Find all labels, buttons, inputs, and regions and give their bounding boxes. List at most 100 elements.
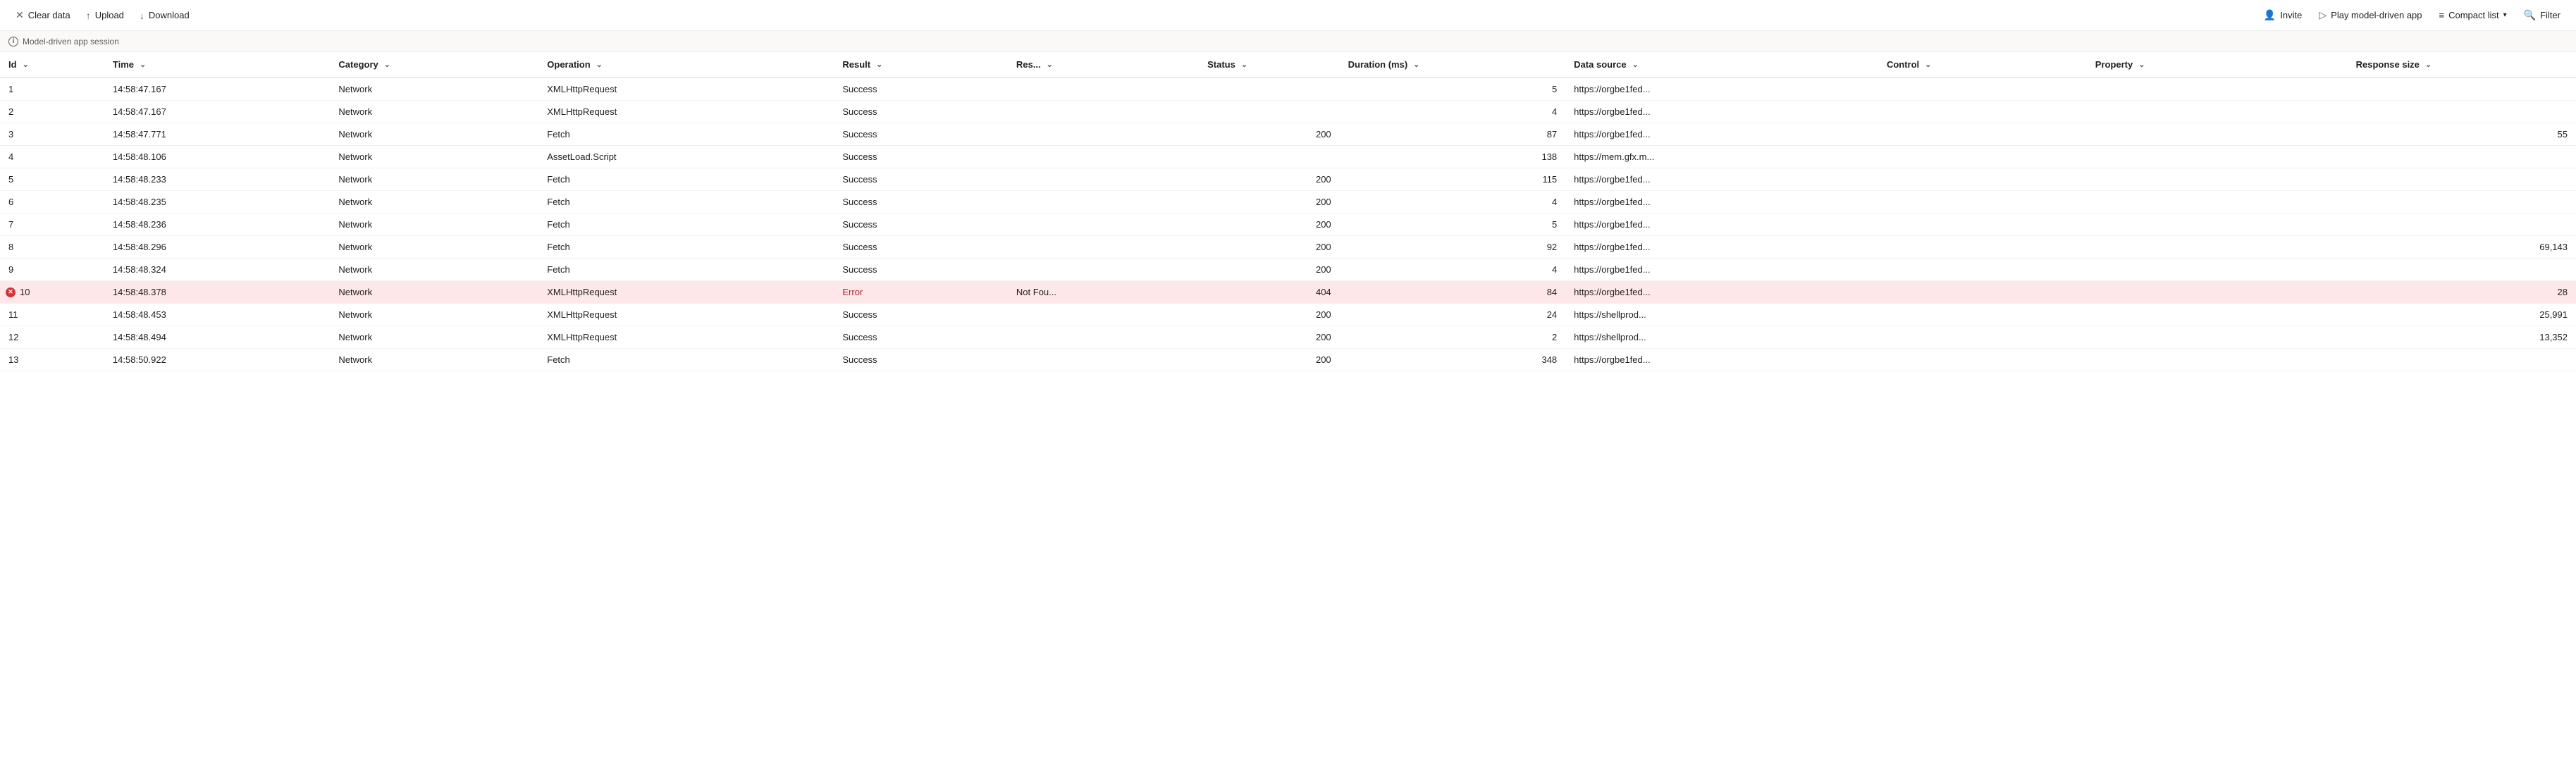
cell-category-text: Network	[338, 129, 372, 140]
table-row[interactable]: 1114:58:48.453NetworkXMLHttpRequestSucce…	[0, 304, 2576, 326]
cell-category: Network	[330, 78, 538, 101]
invite-button[interactable]: 👤 Invite	[2257, 5, 2310, 25]
table-row[interactable]: 714:58:48.236NetworkFetchSuccess2005http…	[0, 213, 2576, 236]
col-header-category[interactable]: Category ⌄	[330, 52, 538, 78]
cell-time: 14:58:47.771	[104, 123, 331, 146]
table-row[interactable]: 114:58:47.167NetworkXMLHttpRequestSucces…	[0, 78, 2576, 101]
cell-datasource: https://orgbe1fed...	[1565, 168, 1878, 191]
table-row[interactable]: 514:58:48.233NetworkFetchSuccess200115ht…	[0, 168, 2576, 191]
table-row[interactable]: 314:58:47.771NetworkFetchSuccess20087htt…	[0, 123, 2576, 146]
table-row[interactable]: 1214:58:48.494NetworkXMLHttpRequestSucce…	[0, 326, 2576, 349]
col-header-res[interactable]: Res... ⌄	[1008, 52, 1199, 78]
cell-category-text: Network	[338, 354, 372, 365]
cell-operation: AssetLoad.Script	[538, 146, 834, 168]
cell-result: Success	[834, 101, 1008, 123]
cell-respsize	[2348, 349, 2576, 371]
cell-result-text: Success	[842, 129, 877, 140]
cell-respsize: 25,991	[2348, 304, 2576, 326]
download-label: Download	[149, 10, 190, 20]
upload-button[interactable]: ↑ Upload	[79, 6, 131, 25]
cell-id-text: 5	[8, 174, 13, 185]
table-row[interactable]: 814:58:48.296NetworkFetchSuccess20092htt…	[0, 236, 2576, 259]
col-header-operation[interactable]: Operation ⌄	[538, 52, 834, 78]
col-header-property[interactable]: Property ⌄	[2087, 52, 2348, 78]
cell-datasource: https://shellprod...	[1565, 304, 1878, 326]
cell-result: Error	[834, 281, 1008, 304]
table-header: Id ⌄ Time ⌄ Category ⌄	[0, 52, 2576, 78]
cell-duration-text: 4	[1552, 106, 1557, 117]
cell-datasource: https://orgbe1fed...	[1565, 78, 1878, 101]
play-model-driven-app-button[interactable]: ▷ Play model-driven app	[2312, 5, 2429, 25]
download-button[interactable]: ↓ Download	[133, 6, 197, 25]
cell-category-text: Network	[338, 309, 372, 320]
cell-respsize-text: 55	[2558, 129, 2568, 140]
cell-property	[2087, 168, 2348, 191]
table-body: 114:58:47.167NetworkXMLHttpRequestSucces…	[0, 78, 2576, 371]
sort-icon-category: ⌄	[384, 60, 390, 69]
cell-property	[2087, 123, 2348, 146]
cell-datasource: https://orgbe1fed...	[1565, 191, 1878, 213]
cell-id-text: 1	[8, 84, 13, 94]
cell-res	[1008, 146, 1199, 168]
cell-result-text: Success	[842, 219, 877, 230]
sort-icon-property: ⌄	[2138, 60, 2145, 69]
cell-control	[1878, 349, 2087, 371]
cell-time-text: 14:58:47.167	[113, 106, 166, 117]
cell-operation-text: XMLHttpRequest	[547, 287, 617, 297]
cell-operation-text: Fetch	[547, 129, 570, 140]
cell-time: 14:58:48.324	[104, 259, 331, 281]
col-header-control[interactable]: Control ⌄	[1878, 52, 2087, 78]
col-header-time[interactable]: Time ⌄	[104, 52, 331, 78]
cell-control	[1878, 191, 2087, 213]
cell-status	[1199, 146, 1340, 168]
col-header-duration[interactable]: Duration (ms) ⌄	[1340, 52, 1566, 78]
table-row[interactable]: 914:58:48.324NetworkFetchSuccess2004http…	[0, 259, 2576, 281]
table-row[interactable]: ✕1014:58:48.378NetworkXMLHttpRequestErro…	[0, 281, 2576, 304]
cell-status: 200	[1199, 123, 1340, 146]
cell-control	[1878, 101, 2087, 123]
table-row[interactable]: 1314:58:50.922NetworkFetchSuccess200348h…	[0, 349, 2576, 371]
cell-status: 200	[1199, 304, 1340, 326]
cell-datasource-text: https://orgbe1fed...	[1574, 242, 1650, 252]
cell-result-text: Success	[842, 197, 877, 207]
col-header-datasource[interactable]: Data source ⌄	[1565, 52, 1878, 78]
cell-result-text: Success	[842, 174, 877, 185]
cell-respsize: 55	[2348, 123, 2576, 146]
subbar: i Model-driven app session	[0, 31, 2576, 52]
table-row[interactable]: 614:58:48.235NetworkFetchSuccess2004http…	[0, 191, 2576, 213]
cell-status-text: 200	[1316, 332, 1331, 342]
cell-control	[1878, 123, 2087, 146]
table-row[interactable]: 214:58:47.167NetworkXMLHttpRequestSucces…	[0, 101, 2576, 123]
cell-id: 1	[0, 78, 104, 101]
cell-result: Success	[834, 259, 1008, 281]
cell-duration: 5	[1340, 78, 1566, 101]
upload-label: Upload	[95, 10, 124, 20]
cell-time: 14:58:48.235	[104, 191, 331, 213]
clear-data-button[interactable]: ✕ Clear data	[8, 5, 78, 25]
compact-list-label: Compact list	[2448, 10, 2499, 20]
filter-button[interactable]: 🔍 Filter	[2517, 5, 2568, 25]
col-header-result[interactable]: Result ⌄	[834, 52, 1008, 78]
cell-duration-text: 138	[1541, 151, 1557, 162]
col-header-respsize[interactable]: Response size ⌄	[2348, 52, 2576, 78]
table-row[interactable]: 414:58:48.106NetworkAssetLoad.ScriptSucc…	[0, 146, 2576, 168]
cell-operation: XMLHttpRequest	[538, 101, 834, 123]
cell-status-text: 200	[1316, 354, 1331, 365]
cell-property	[2087, 349, 2348, 371]
cell-res	[1008, 259, 1199, 281]
cell-time: 14:58:48.296	[104, 236, 331, 259]
person-icon: 👤	[2264, 9, 2276, 21]
cell-id-text: 11	[8, 309, 18, 320]
cell-operation: Fetch	[538, 168, 834, 191]
cell-operation-text: XMLHttpRequest	[547, 84, 617, 94]
cell-result: Success	[834, 191, 1008, 213]
cell-category: Network	[330, 326, 538, 349]
cell-respsize	[2348, 191, 2576, 213]
cell-category-text: Network	[338, 84, 372, 94]
col-header-id[interactable]: Id ⌄	[0, 52, 104, 78]
cell-res	[1008, 349, 1199, 371]
compact-list-button[interactable]: ≡ Compact list ▾	[2432, 6, 2514, 25]
col-header-status[interactable]: Status ⌄	[1199, 52, 1340, 78]
cell-control	[1878, 326, 2087, 349]
cell-id: 5	[0, 168, 104, 191]
